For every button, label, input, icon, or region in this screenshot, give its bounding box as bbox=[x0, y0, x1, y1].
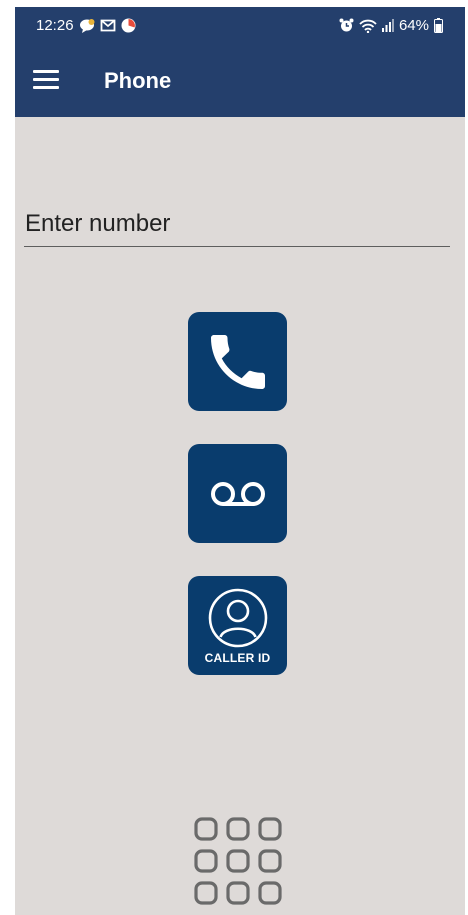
voicemail-icon bbox=[210, 481, 265, 506]
status-bar-right: 64% bbox=[339, 17, 443, 34]
wifi-icon bbox=[359, 19, 377, 33]
caller-id-label: CALLER ID bbox=[204, 650, 271, 665]
caller-id-button[interactable]: CALLER ID bbox=[188, 576, 287, 675]
gmail-icon bbox=[100, 19, 116, 32]
page-title: Phone bbox=[104, 68, 172, 93]
number-input[interactable] bbox=[24, 206, 451, 242]
person-icon bbox=[208, 588, 267, 647]
keypad-button[interactable] bbox=[193, 816, 283, 913]
battery-icon bbox=[434, 18, 443, 33]
number-input-wrapper bbox=[24, 206, 451, 247]
alarm-icon bbox=[339, 18, 354, 33]
app-bar: Phone bbox=[15, 45, 465, 117]
call-button[interactable] bbox=[188, 312, 287, 411]
signal-icon bbox=[381, 19, 394, 32]
keypad-icon bbox=[194, 817, 282, 905]
voicemail-button[interactable] bbox=[188, 444, 287, 543]
chat-bubble-icon bbox=[79, 18, 95, 33]
phone-handset-icon bbox=[210, 334, 265, 389]
status-bar: 12:26 64% bbox=[15, 7, 465, 45]
battery-percent: 64% bbox=[398, 17, 429, 34]
phone-screen: 12:26 64% Phone Enter number CALLER ID bbox=[15, 7, 465, 915]
status-bar-left: 12:26 bbox=[36, 17, 136, 34]
status-time: 12:26 bbox=[36, 17, 74, 34]
hamburger-menu-icon[interactable] bbox=[33, 70, 59, 92]
clock-app-icon bbox=[121, 18, 136, 33]
